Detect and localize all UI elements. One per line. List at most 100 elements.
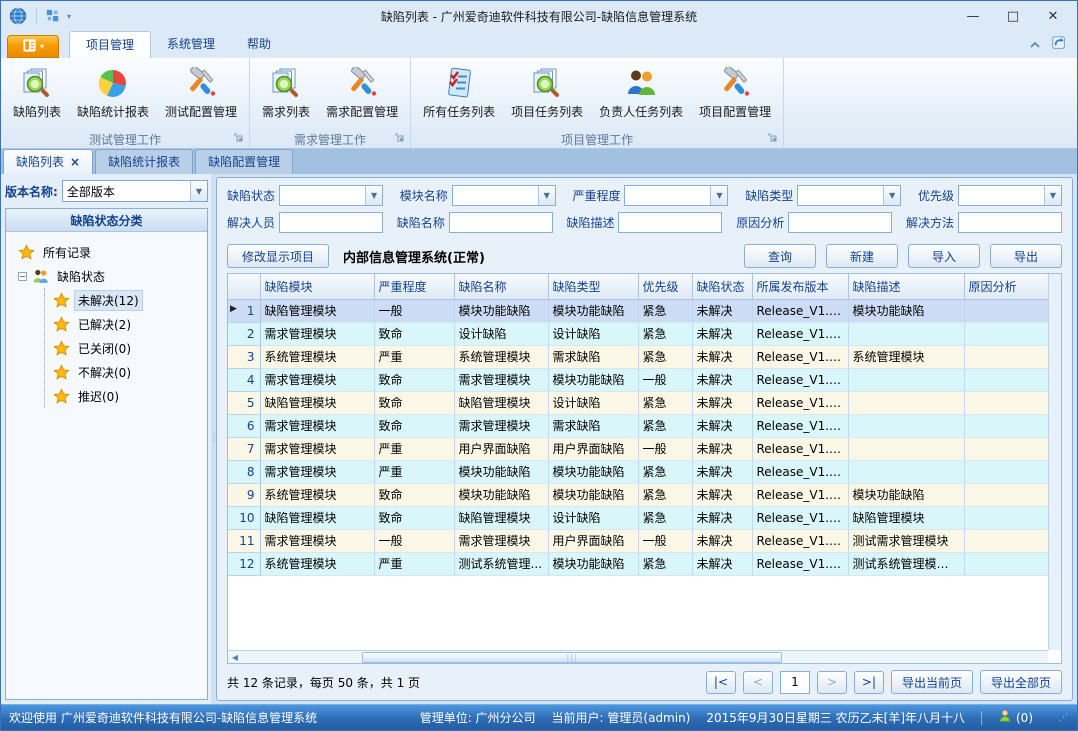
cell[interactable]: 模块功能缺陷 — [848, 483, 964, 506]
cell[interactable]: 未解决 — [692, 299, 752, 322]
cell[interactable]: 紧急 — [638, 460, 692, 483]
doc-tab-2[interactable]: 缺陷统计报表 — [95, 149, 193, 174]
cell[interactable]: 未解决 — [692, 460, 752, 483]
cell[interactable]: 需求管理模块 — [454, 414, 548, 437]
row-selector[interactable]: 5 — [228, 391, 260, 414]
cell[interactable]: 紧急 — [638, 506, 692, 529]
cell[interactable] — [848, 322, 964, 345]
close-tab-icon[interactable]: × — [70, 157, 80, 167]
tree-item[interactable]: 已解决(2) — [53, 312, 207, 336]
quick-access-caret-icon[interactable]: ▾ — [67, 12, 71, 21]
cell[interactable]: 紧急 — [638, 552, 692, 575]
query-button[interactable]: 查询 — [744, 244, 816, 268]
import-button[interactable]: 导入 — [908, 244, 980, 268]
dialog-launcher-icon[interactable] — [234, 131, 243, 145]
cell[interactable]: 需求管理模块 — [454, 368, 548, 391]
cell[interactable]: 系统管理模块 — [260, 552, 374, 575]
cell[interactable] — [964, 299, 1048, 322]
cell[interactable] — [964, 437, 1048, 460]
cell[interactable]: 缺陷管理模块 — [848, 506, 964, 529]
dialog-launcher-icon[interactable] — [768, 131, 777, 145]
cell[interactable]: Release_V1.1.0 — [752, 529, 848, 552]
cell[interactable]: 一般 — [374, 529, 454, 552]
chevron-down-icon[interactable]: ▼ — [538, 186, 555, 205]
cell[interactable]: 一般 — [638, 368, 692, 391]
cell[interactable] — [848, 460, 964, 483]
row-selector[interactable]: 8 — [228, 460, 260, 483]
filter-input[interactable] — [958, 212, 1062, 233]
app-menu-button[interactable]: ▾ — [7, 35, 59, 58]
cell[interactable]: 设计缺陷 — [548, 506, 638, 529]
cell[interactable]: 致命 — [374, 368, 454, 391]
next-page-button[interactable]: > — [817, 671, 847, 694]
filter-dropdown[interactable]: ▼ — [958, 185, 1062, 206]
cell[interactable]: 紧急 — [638, 391, 692, 414]
table-row[interactable]: 4需求管理模块致命需求管理模块模块功能缺陷一般未解决Release_V1.0.0 — [228, 368, 1048, 391]
cell[interactable]: 需求缺陷 — [548, 414, 638, 437]
cell[interactable]: Release_V1.1.0 — [752, 414, 848, 437]
export-all-pages-button[interactable]: 导出全部页 — [980, 670, 1062, 694]
cell[interactable]: Release_V1.2.0 — [752, 299, 848, 322]
ribbon-tab-3[interactable]: 帮助 — [231, 31, 287, 58]
ribbon-button[interactable]: 需求列表 — [256, 62, 316, 122]
cell[interactable]: 未解决 — [692, 414, 752, 437]
cell[interactable]: 模块功能缺陷 — [454, 460, 548, 483]
cell[interactable]: Release_V1.0.0 — [752, 368, 848, 391]
cell[interactable] — [964, 460, 1048, 483]
filter-input[interactable] — [788, 212, 892, 233]
cell[interactable]: Release_V1.2.0 — [752, 322, 848, 345]
cell[interactable]: 致命 — [374, 322, 454, 345]
maximize-button[interactable]: □ — [993, 3, 1033, 29]
dialog-launcher-icon[interactable] — [395, 131, 404, 145]
chevron-down-icon[interactable]: ▼ — [1044, 186, 1061, 205]
cell[interactable] — [964, 506, 1048, 529]
table-row[interactable]: 10缺陷管理模块致命缺陷管理模块设计缺陷紧急未解决Release_V1.0.0缺… — [228, 506, 1048, 529]
cell[interactable]: 缺陷管理模块 — [260, 506, 374, 529]
cell[interactable] — [964, 552, 1048, 575]
cell[interactable]: 未解决 — [692, 345, 752, 368]
cell[interactable]: 需求管理模块 — [454, 529, 548, 552]
row-selector[interactable]: 10 — [228, 506, 260, 529]
row-selector[interactable]: 7 — [228, 437, 260, 460]
ribbon-button[interactable]: 项目配置管理 — [693, 62, 777, 122]
cell[interactable]: 模块功能缺陷 — [848, 299, 964, 322]
last-page-button[interactable]: >| — [854, 671, 884, 694]
filter-dropdown[interactable]: ▼ — [624, 185, 728, 206]
cell[interactable]: 需求管理模块 — [260, 460, 374, 483]
cell[interactable]: 模块功能缺陷 — [548, 368, 638, 391]
cell[interactable] — [964, 322, 1048, 345]
ribbon-tab-1[interactable]: 项目管理 — [69, 31, 151, 58]
cell[interactable]: 系统管理模块 — [260, 483, 374, 506]
ribbon-button[interactable]: 所有任务列表 — [417, 62, 501, 122]
row-selector[interactable]: 6 — [228, 414, 260, 437]
scrollbar-thumb[interactable]: ||| — [362, 652, 782, 663]
cell[interactable] — [848, 391, 964, 414]
export-button[interactable]: 导出 — [990, 244, 1062, 268]
table-row[interactable]: 8需求管理模块严重模块功能缺陷模块功能缺陷紧急未解决Release_V1.0.0 — [228, 460, 1048, 483]
cell[interactable]: Release_V1.0.0 — [752, 391, 848, 414]
filter-input[interactable] — [279, 212, 383, 233]
cell[interactable]: 未解决 — [692, 322, 752, 345]
cell[interactable]: 模块功能缺陷 — [454, 483, 548, 506]
cell[interactable]: 系统管理模块 — [454, 345, 548, 368]
cell[interactable]: 致命 — [374, 414, 454, 437]
cell[interactable]: 严重 — [374, 460, 454, 483]
cell[interactable]: 未解决 — [692, 483, 752, 506]
cell[interactable]: 致命 — [374, 391, 454, 414]
about-icon[interactable] — [1051, 35, 1067, 54]
cell[interactable] — [964, 414, 1048, 437]
cell[interactable]: 紧急 — [638, 414, 692, 437]
prev-page-button[interactable]: < — [743, 671, 773, 694]
chevron-down-icon[interactable]: ▼ — [710, 186, 727, 205]
cell[interactable]: Release_V1.1.0 — [752, 552, 848, 575]
cell[interactable] — [964, 391, 1048, 414]
cell[interactable]: 需求管理模块 — [260, 414, 374, 437]
first-page-button[interactable]: |< — [706, 671, 736, 694]
cell[interactable]: 一般 — [374, 299, 454, 322]
cell[interactable]: 需求缺陷 — [548, 345, 638, 368]
ribbon-button[interactable]: 需求配置管理 — [320, 62, 404, 122]
cell[interactable]: 设计缺陷 — [548, 322, 638, 345]
cell[interactable] — [964, 529, 1048, 552]
chevron-down-icon[interactable]: ▼ — [190, 181, 207, 201]
cell[interactable] — [964, 345, 1048, 368]
